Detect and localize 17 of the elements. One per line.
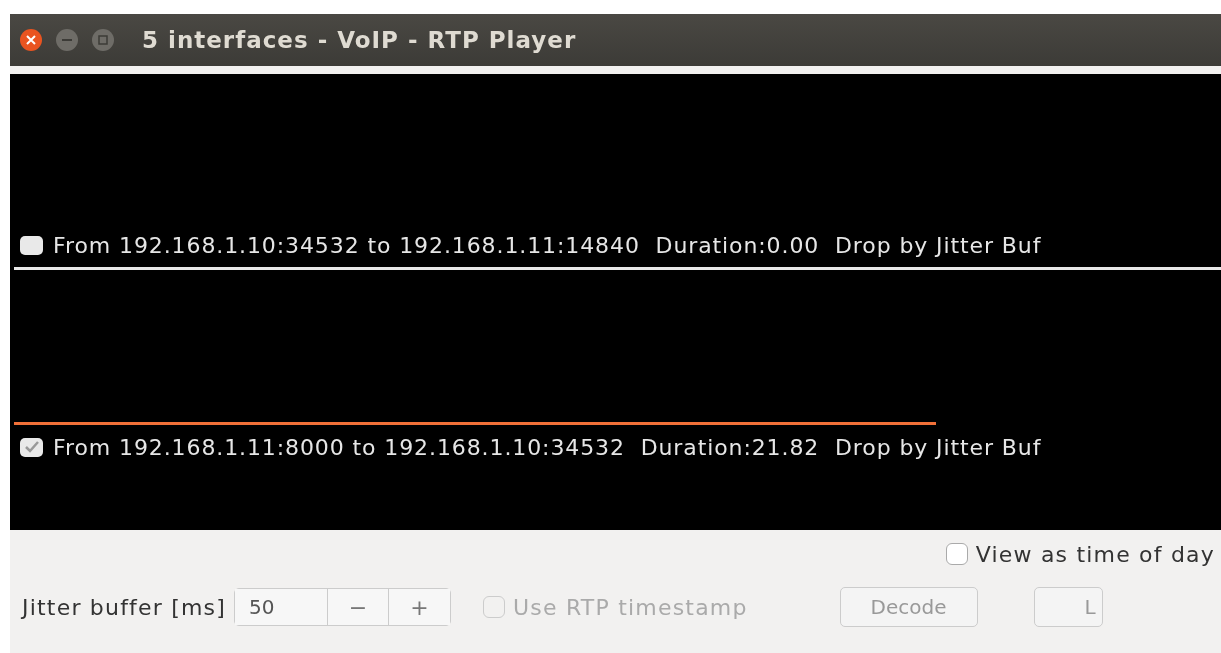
stream-label: From 192.168.1.11:8000 to 192.168.1.10:34532 Duration:21.82 Drop by Jitter Buf bbox=[53, 433, 1042, 462]
checkbox[interactable] bbox=[20, 235, 43, 255]
number-field[interactable]: 50 bbox=[235, 589, 329, 625]
maximize-button[interactable] bbox=[92, 29, 114, 51]
field-label: Jitter buffer [ms] bbox=[22, 593, 227, 622]
checkbox-label: View as time of day bbox=[975, 540, 1215, 569]
window-title: 5 interfaces - VoIP - RTP Player bbox=[142, 25, 577, 55]
checkbox[interactable] bbox=[20, 437, 43, 457]
close-icon bbox=[26, 35, 36, 45]
checkbox-label: Use RTP timestamp bbox=[513, 593, 748, 622]
minimize-icon bbox=[62, 38, 72, 42]
stream-label: From 192.168.1.10:34532 to 192.168.1.11:14840 Duration:0.00 Drop by Jitter Buf bbox=[53, 231, 1042, 260]
spin-box[interactable]: 50 − + bbox=[234, 588, 452, 626]
maximize-icon bbox=[98, 35, 108, 45]
minimize-button[interactable] bbox=[56, 29, 78, 51]
close-button[interactable] bbox=[20, 29, 42, 51]
checkbox[interactable] bbox=[945, 543, 968, 565]
